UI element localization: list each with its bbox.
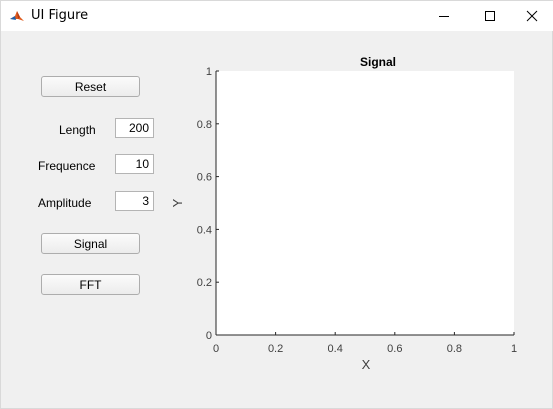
x-tick-label: 0 [213,343,219,355]
y-tick-label: 0.4 [197,224,212,236]
x-tick-label: 1 [511,343,517,355]
signal-axes[interactable]: 0 0.2 0.4 0.6 0.8 1 0 0.2 0.4 0.6 0.8 1 Signal X Y [1,1,553,409]
y-axis-label: Y [170,198,185,207]
y-tick-label: 1 [206,66,212,78]
chart-title: Signal [360,55,396,69]
y-tick-label: 0 [206,330,212,342]
x-tick-label: 0.2 [268,343,283,355]
x-tick-label: 0.6 [387,343,402,355]
ui-figure-window: UI Figure Reset Length 200 Frequence 10 … [0,0,553,409]
y-tick-label: 0.6 [197,172,212,184]
plot-area [216,71,514,335]
y-tick-label: 0.2 [197,277,212,289]
x-tick-label: 0.8 [447,343,462,355]
x-tick-label: 0.4 [328,343,343,355]
y-tick-label: 0.8 [197,119,212,131]
x-axis-label: X [362,357,371,372]
